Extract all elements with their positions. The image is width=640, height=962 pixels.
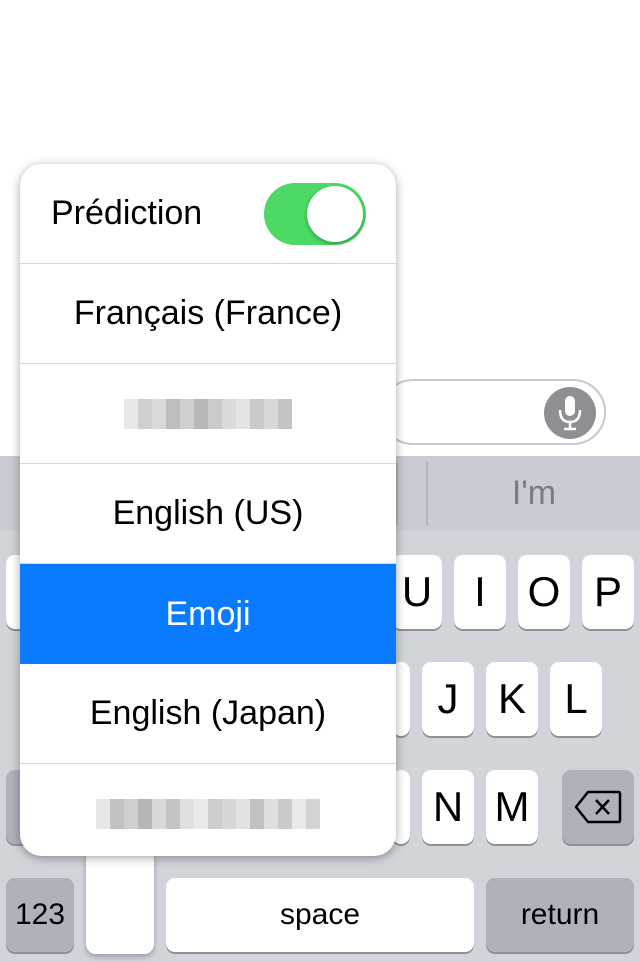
blurred-label [96,797,320,831]
numbers-key[interactable]: 123 [6,878,74,952]
backspace-icon [574,790,622,824]
language-item-french[interactable]: Français (France) [20,264,396,364]
toggle-knob [307,185,363,242]
key-l[interactable]: L [550,662,602,736]
language-item-english-japan[interactable]: English (Japan) [20,664,396,764]
key-o[interactable]: O [518,555,570,629]
key-p[interactable]: P [582,555,634,629]
prediction-row: Prédiction [20,164,396,264]
prediction-divider [396,462,398,526]
space-key[interactable]: space [166,878,474,952]
prediction-toggle[interactable] [264,182,366,245]
blurred-label [124,397,292,431]
prediction-label: Prédiction [51,194,203,232]
key-i[interactable]: I [454,555,506,629]
message-input[interactable] [380,379,606,445]
key-m[interactable]: M [486,770,538,844]
return-key[interactable]: return [486,878,634,952]
language-item-english-us[interactable]: English (US) [20,464,396,564]
key-j[interactable]: J [422,662,474,736]
language-item-blurred[interactable] [20,764,396,856]
delete-key[interactable] [562,770,634,844]
microphone-icon[interactable] [544,387,596,439]
language-item-emoji[interactable]: Emoji [20,564,396,664]
key-k[interactable]: K [486,662,538,736]
key-u[interactable]: U [392,555,442,629]
language-item-blurred[interactable] [20,364,396,464]
language-menu: Prédiction Français (France) English (US… [20,164,396,856]
globe-key-highlight[interactable] [86,840,154,954]
screen: I'm U I O P J K L N M 123 space return P… [0,0,640,962]
prediction-word[interactable]: I'm [428,456,640,531]
key-n[interactable]: N [422,770,474,844]
